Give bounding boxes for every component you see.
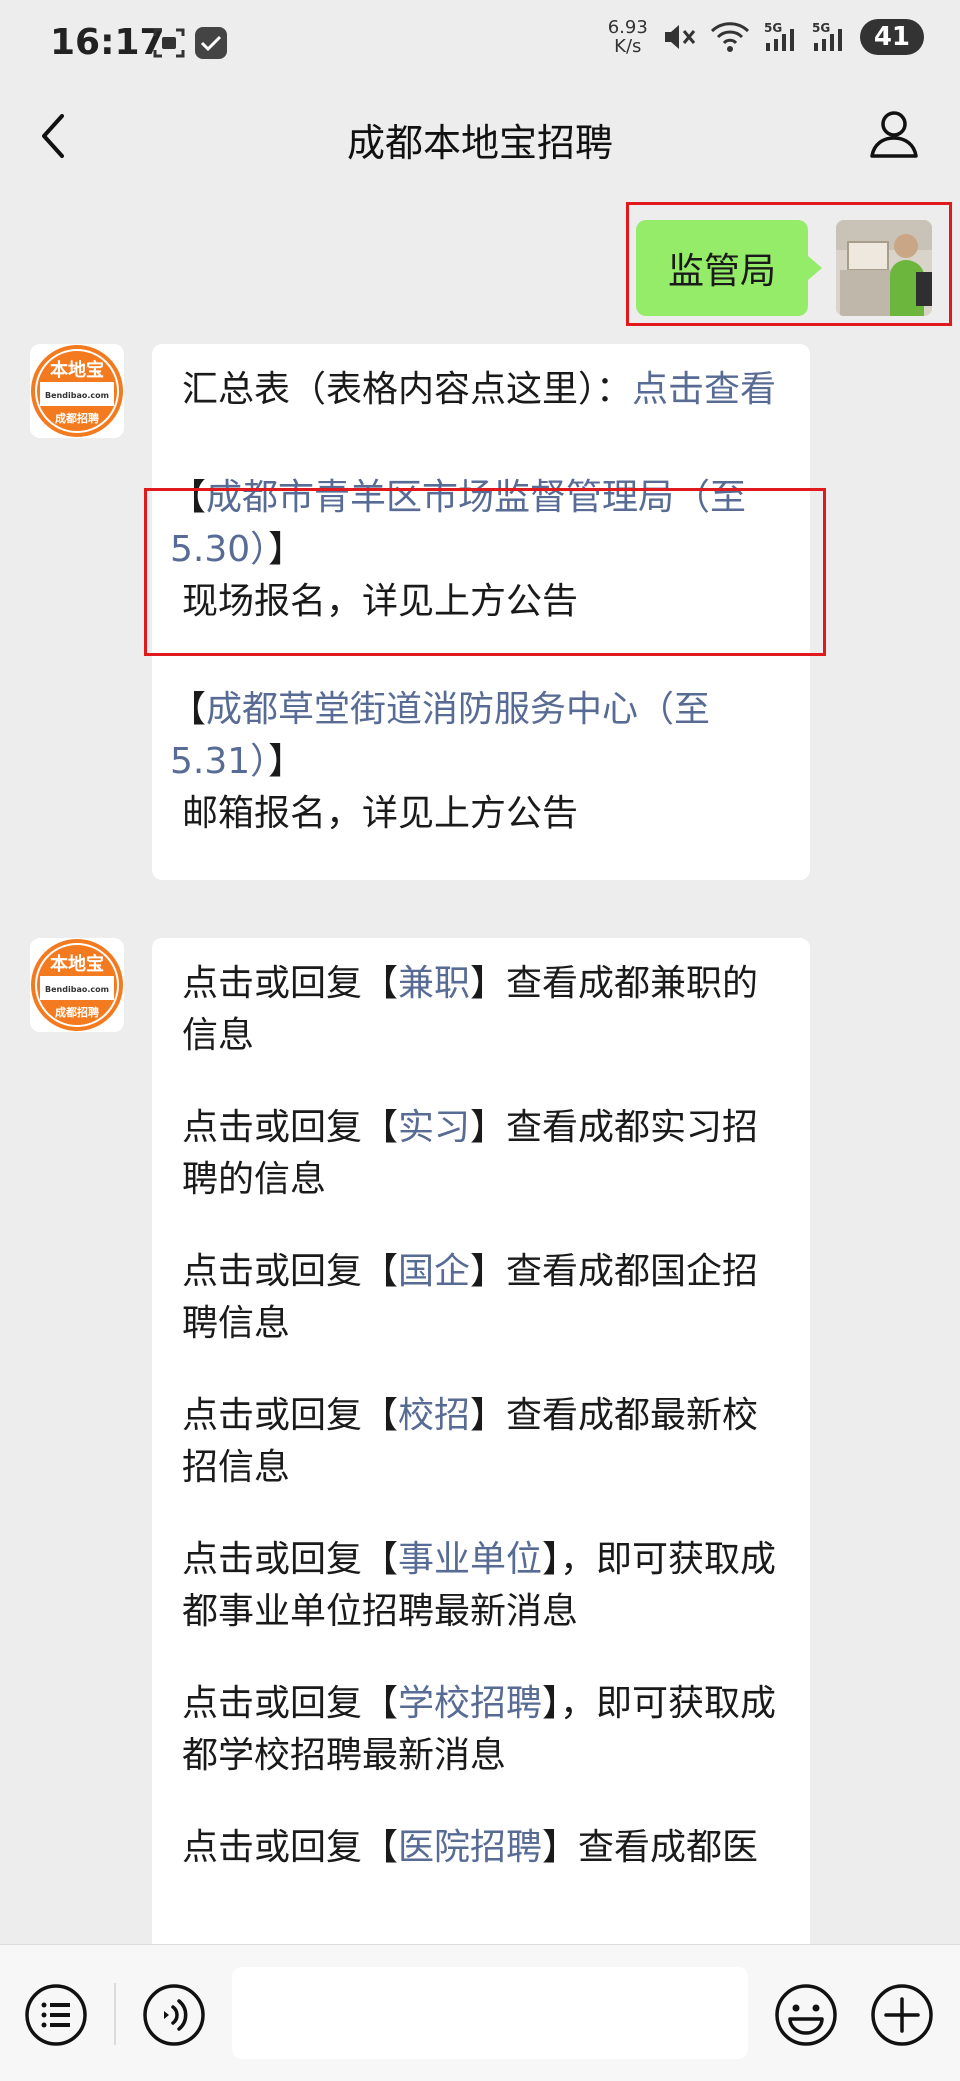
keyword-link-public-institution[interactable]: 事业单位 — [398, 1539, 542, 1580]
avatar[interactable]: 本地宝 Bendibao.com 成都招聘 — [30, 938, 124, 1032]
reply-hint: 点击或回复【事业单位】，即可获取成都事业单位招聘最新消息 — [182, 1534, 780, 1638]
job-note: 邮箱报名，详见上方公告 — [182, 793, 579, 834]
net-speed-unit: K/s — [614, 36, 642, 57]
keyword-link-school[interactable]: 学校招聘 — [398, 1683, 542, 1724]
wifi-icon — [710, 22, 749, 52]
reply-hint: 点击或回复【校招】查看成都最新校招信息 — [182, 1390, 780, 1494]
hint-pre: 点击或回复【 — [182, 1251, 399, 1292]
bendibao-logo-icon: 本地宝 Bendibao.com 成都招聘 — [31, 939, 123, 1031]
battery-indicator: 41 — [859, 19, 924, 55]
signal-2-label: 5G — [812, 21, 830, 35]
reply-hint: 点击或回复【国企】查看成都国企招聘信息 — [182, 1246, 780, 1350]
reply-hint: 点击或回复【学校招聘】，即可获取成都学校招聘最新消息 — [182, 1678, 780, 1782]
my-avatar[interactable] — [836, 220, 932, 316]
hint-pre: 点击或回复【 — [182, 1827, 399, 1868]
hint-pre: 点击或回复【 — [182, 1539, 399, 1580]
input-bar — [0, 1944, 960, 2081]
logo-subtitle-text: 成都招聘 — [55, 1005, 99, 1019]
sent-message-text: 监管局 — [667, 251, 776, 292]
logo-domain-text: Bendibao.com — [45, 985, 109, 994]
user-icon[interactable] — [868, 108, 920, 160]
keyword-link-campus[interactable]: 校招 — [398, 1395, 470, 1436]
status-right: 6.93 K/s 5G 5G 41 — [608, 18, 924, 56]
app-notification-icon — [195, 27, 227, 59]
hint-pre: 点击或回复【 — [182, 963, 399, 1004]
page-title: 成都本地宝招聘 — [346, 121, 613, 165]
logo-domain-text: Bendibao.com — [45, 391, 109, 400]
signal-icon: 5G — [812, 21, 842, 51]
summary-link[interactable]: 点击查看 — [632, 369, 776, 410]
avatar-photo — [836, 220, 932, 316]
summary-line: 汇总表（表格内容点这里）：点击查看 — [182, 364, 780, 416]
signal-icon: 5G — [764, 21, 794, 51]
title-bar: 成都本地宝招聘 — [0, 92, 960, 192]
screenshot-icon — [153, 28, 185, 58]
hint-pre: 点击或回复【 — [182, 1107, 399, 1148]
reply-hint: 点击或回复【兼职】查看成都兼职的信息 — [182, 958, 780, 1062]
emoji-icon[interactable] — [774, 1983, 838, 2047]
job-item: 【成都草堂街道消防服务中心（至5.31）】 — [170, 684, 780, 788]
reply-hint: 点击或回复【实习】查看成都实习招聘的信息 — [182, 1102, 780, 1206]
keyword-link-internship[interactable]: 实习 — [398, 1107, 470, 1148]
chat-area[interactable]: 监管局 本地宝 Bendibao.com 成都招聘 汇总表（表格内容点这里）：点… — [0, 192, 960, 1944]
message-input[interactable] — [232, 1967, 748, 2059]
sent-message-bubble[interactable]: 监管局 — [636, 220, 822, 316]
job-link-caotang[interactable]: 成都草堂街道消防服务中心（至5.31） — [170, 689, 710, 782]
keyword-link-parttime[interactable]: 兼职 — [398, 963, 470, 1004]
message-bubble: 点击或回复【兼职】查看成都兼职的信息 点击或回复【实习】查看成都实习招聘的信息 … — [152, 938, 810, 1944]
highlight-box — [144, 488, 826, 656]
net-speed-value: 6.93 — [607, 17, 648, 38]
list-menu-icon[interactable] — [24, 1983, 88, 2047]
hint-pre: 点击或回复【 — [182, 1395, 399, 1436]
bracket-close: 】 — [268, 741, 305, 782]
mute-icon — [664, 25, 695, 49]
logo-brand-text: 本地宝 — [50, 953, 104, 975]
status-bar: 16:17 6.93 K/s 5G 5G 41 — [0, 0, 960, 90]
bendibao-logo-icon: 本地宝 Bendibao.com 成都招聘 — [31, 345, 123, 437]
reply-hint: 点击或回复【医院招聘】查看成都医 — [182, 1822, 780, 1874]
logo-subtitle-text: 成都招聘 — [55, 411, 99, 425]
hint-pre: 点击或回复【 — [182, 1683, 399, 1724]
signal-1-label: 5G — [764, 21, 782, 35]
bracket-open: 【 — [170, 689, 207, 730]
plus-circle-icon[interactable] — [870, 1983, 934, 2047]
keyword-link-hospital[interactable]: 医院招聘 — [398, 1827, 542, 1868]
keyword-link-soe[interactable]: 国企 — [398, 1251, 470, 1292]
divider — [114, 1983, 116, 2045]
voice-icon[interactable] — [142, 1983, 206, 2047]
avatar[interactable]: 本地宝 Bendibao.com 成都招聘 — [30, 344, 124, 438]
summary-prefix: 汇总表（表格内容点这里）： — [182, 369, 633, 410]
logo-brand-text: 本地宝 — [50, 359, 104, 381]
status-time: 16:17 — [50, 22, 165, 63]
net-speed: 6.93 K/s — [608, 18, 648, 56]
hint-post: 】查看成都医 — [542, 1827, 759, 1868]
